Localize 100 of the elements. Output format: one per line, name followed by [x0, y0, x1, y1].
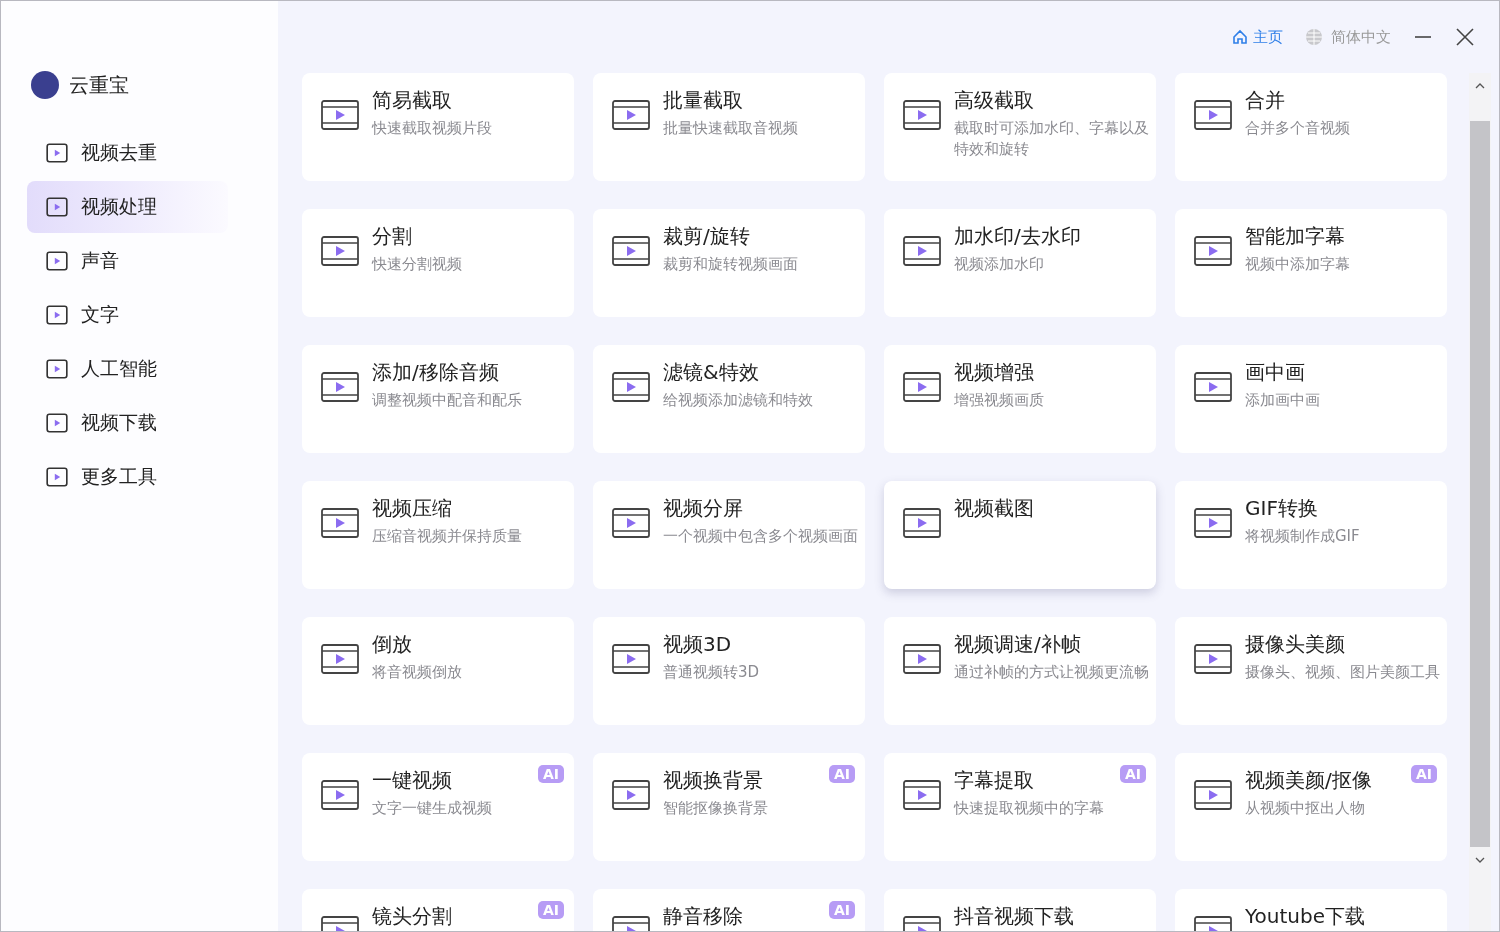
tool-title: 裁剪/旋转 — [663, 223, 751, 250]
tool-card[interactable]: 画中画 添加画中画 — [1175, 345, 1447, 453]
category-icon — [45, 141, 69, 165]
tool-description: 视频中添加字幕 — [1245, 254, 1350, 275]
tool-card[interactable]: 倒放 将音视频倒放 — [302, 617, 574, 725]
tool-title: 视频压缩 — [372, 495, 453, 522]
tool-description: 视频添加水印 — [954, 254, 1045, 275]
tool-title: 字幕提取 — [954, 767, 1035, 794]
tool-title: 视频截图 — [954, 495, 1034, 522]
tool-description: 快速分割视频 — [372, 254, 462, 275]
category-icon — [45, 411, 69, 435]
tool-card[interactable]: 视频增强 增强视频画质 — [884, 345, 1156, 453]
ai-badge: AI — [1119, 765, 1146, 783]
sidebar-item[interactable]: 文字 — [27, 289, 228, 341]
ai-badge: AI — [537, 901, 564, 919]
tool-card[interactable]: 视频截图 — [884, 481, 1156, 589]
scrollbar[interactable] — [1469, 73, 1491, 931]
category-icon — [45, 357, 69, 381]
tool-title: 简易截取 — [372, 87, 453, 114]
tool-card[interactable]: 视频压缩 压缩音视频并保持质量 — [302, 481, 574, 589]
tool-description: 快速截取视频片段 — [372, 118, 492, 139]
tool-title: 视频3D — [663, 631, 733, 658]
tool-description: 添加画中画 — [1245, 390, 1320, 411]
tool-description: 将视频制作成GIF — [1245, 526, 1360, 547]
tool-title: 静音移除 — [663, 903, 743, 930]
tool-card[interactable]: 字幕提取 快速提取视频中的字幕 AI — [884, 753, 1156, 861]
tool-description: 普通视频转3D — [663, 662, 760, 683]
home-link[interactable]: 主页 — [1232, 27, 1283, 47]
tool-title: GIF转换 — [1245, 495, 1319, 522]
tool-description: 给视频添加滤镜和特效 — [663, 390, 813, 411]
sidebar-item[interactable]: 视频下载 — [27, 397, 228, 449]
tool-description: 一个视频中包含多个视频画面 — [663, 526, 858, 547]
tool-card[interactable]: 简易截取 快速截取视频片段 — [302, 73, 574, 181]
tool-title: 视频调速/补帧 — [954, 631, 1082, 658]
tool-title: 视频美颜/抠像 — [1245, 767, 1372, 794]
tool-title: 视频分屏 — [663, 495, 744, 522]
sidebar-item[interactable]: 视频处理 — [27, 181, 228, 233]
tool-card[interactable]: 智能加字幕 视频中添加字幕 — [1175, 209, 1447, 317]
tool-card[interactable]: 视频分屏 一个视频中包含多个视频画面 — [593, 481, 865, 589]
tool-card[interactable]: 高级截取 截取时可添加水印、字幕以及特效和旋转 — [884, 73, 1156, 181]
category-icon — [45, 303, 69, 327]
app-title: 云重宝 — [69, 71, 129, 99]
tool-card[interactable]: 合并 合并多个音视频 — [1175, 73, 1447, 181]
home-icon — [1232, 29, 1248, 45]
tool-title: 抖音视频下载 — [954, 903, 1074, 930]
tool-description: 压缩音视频并保持质量 — [372, 526, 522, 547]
tool-title: 分割 — [372, 223, 413, 250]
sidebar-item[interactable]: 更多工具 — [27, 451, 228, 503]
ai-badge: AI — [828, 765, 855, 783]
tool-card[interactable]: 加水印/去水印 视频添加水印 — [884, 209, 1156, 317]
ai-badge: AI — [828, 901, 855, 919]
tool-description: 增强视频画质 — [954, 390, 1044, 411]
tool-card[interactable]: 静音移除 AI — [593, 889, 865, 931]
tool-card[interactable]: 抖音视频下载 — [884, 889, 1156, 931]
tool-card[interactable]: 视频美颜/抠像 从视频中抠出人物 AI — [1175, 753, 1447, 861]
tool-description: 文字一键生成视频 — [372, 798, 492, 819]
tool-description: 从视频中抠出人物 — [1245, 798, 1366, 819]
sidebar-item[interactable]: 声音 — [27, 235, 228, 287]
tool-description: 摄像头、视频、图片美颜工具 — [1245, 662, 1440, 683]
category-icon — [45, 465, 69, 489]
category-icon — [45, 195, 69, 219]
category-icon — [45, 249, 69, 273]
tool-title: 批量截取 — [663, 87, 744, 114]
ai-badge: AI — [537, 765, 564, 783]
tool-card[interactable]: 一键视频 文字一键生成视频 AI — [302, 753, 574, 861]
tool-description: 截取时可添加水印、字幕以及特效和旋转 — [954, 118, 1150, 160]
tool-title: 加水印/去水印 — [954, 223, 1081, 250]
tool-title: 智能加字幕 — [1245, 223, 1346, 250]
tool-description: 批量快速截取音视频 — [663, 118, 798, 139]
tool-title: 画中画 — [1245, 359, 1306, 386]
sidebar-item[interactable]: 视频去重 — [27, 127, 228, 179]
tool-title: 滤镜&特效 — [663, 359, 760, 386]
tool-card[interactable]: 批量截取 批量快速截取音视频 — [593, 73, 865, 181]
tool-card[interactable]: 添加/移除音频 调整视频中配音和配乐 — [302, 345, 574, 453]
tool-title: 一键视频 — [372, 767, 453, 794]
tool-card[interactable]: 视频调速/补帧 通过补帧的方式让视频更流畅 — [884, 617, 1156, 725]
tool-title: Youtube下载 — [1245, 903, 1365, 930]
app-logo-icon — [31, 71, 59, 99]
tool-card[interactable]: 分割 快速分割视频 — [302, 209, 574, 317]
scroll-up-icon[interactable] — [1475, 83, 1485, 89]
tool-card[interactable]: GIF转换 将视频制作成GIF — [1175, 481, 1447, 589]
close-button[interactable] — [1455, 27, 1475, 47]
tool-card[interactable]: 滤镜&特效 给视频添加滤镜和特效 — [593, 345, 865, 453]
tool-card[interactable]: 裁剪/旋转 裁剪和旋转视频画面 — [593, 209, 865, 317]
tool-card[interactable]: 镜头分割 AI — [302, 889, 574, 931]
tool-title: 高级截取 — [954, 87, 1035, 114]
globe-icon — [1305, 28, 1323, 46]
tool-card[interactable]: Youtube下载 — [1175, 889, 1447, 931]
tool-description: 快速提取视频中的字幕 — [954, 798, 1104, 819]
tool-title: 添加/移除音频 — [372, 359, 500, 386]
sidebar-item[interactable]: 人工智能 — [27, 343, 228, 395]
tool-description: 智能抠像换背景 — [663, 798, 768, 819]
tool-card[interactable]: 摄像头美颜 摄像头、视频、图片美颜工具 — [1175, 617, 1447, 725]
tool-title: 倒放 — [372, 631, 413, 658]
tool-description: 裁剪和旋转视频画面 — [663, 254, 798, 275]
tool-description: 通过补帧的方式让视频更流畅 — [954, 662, 1149, 683]
scroll-down-icon[interactable] — [1475, 857, 1485, 863]
tool-card[interactable]: 视频3D 普通视频转3D — [593, 617, 865, 725]
tool-card[interactable]: 视频换背景 智能抠像换背景 AI — [593, 753, 865, 861]
ai-badge: AI — [1410, 765, 1437, 783]
